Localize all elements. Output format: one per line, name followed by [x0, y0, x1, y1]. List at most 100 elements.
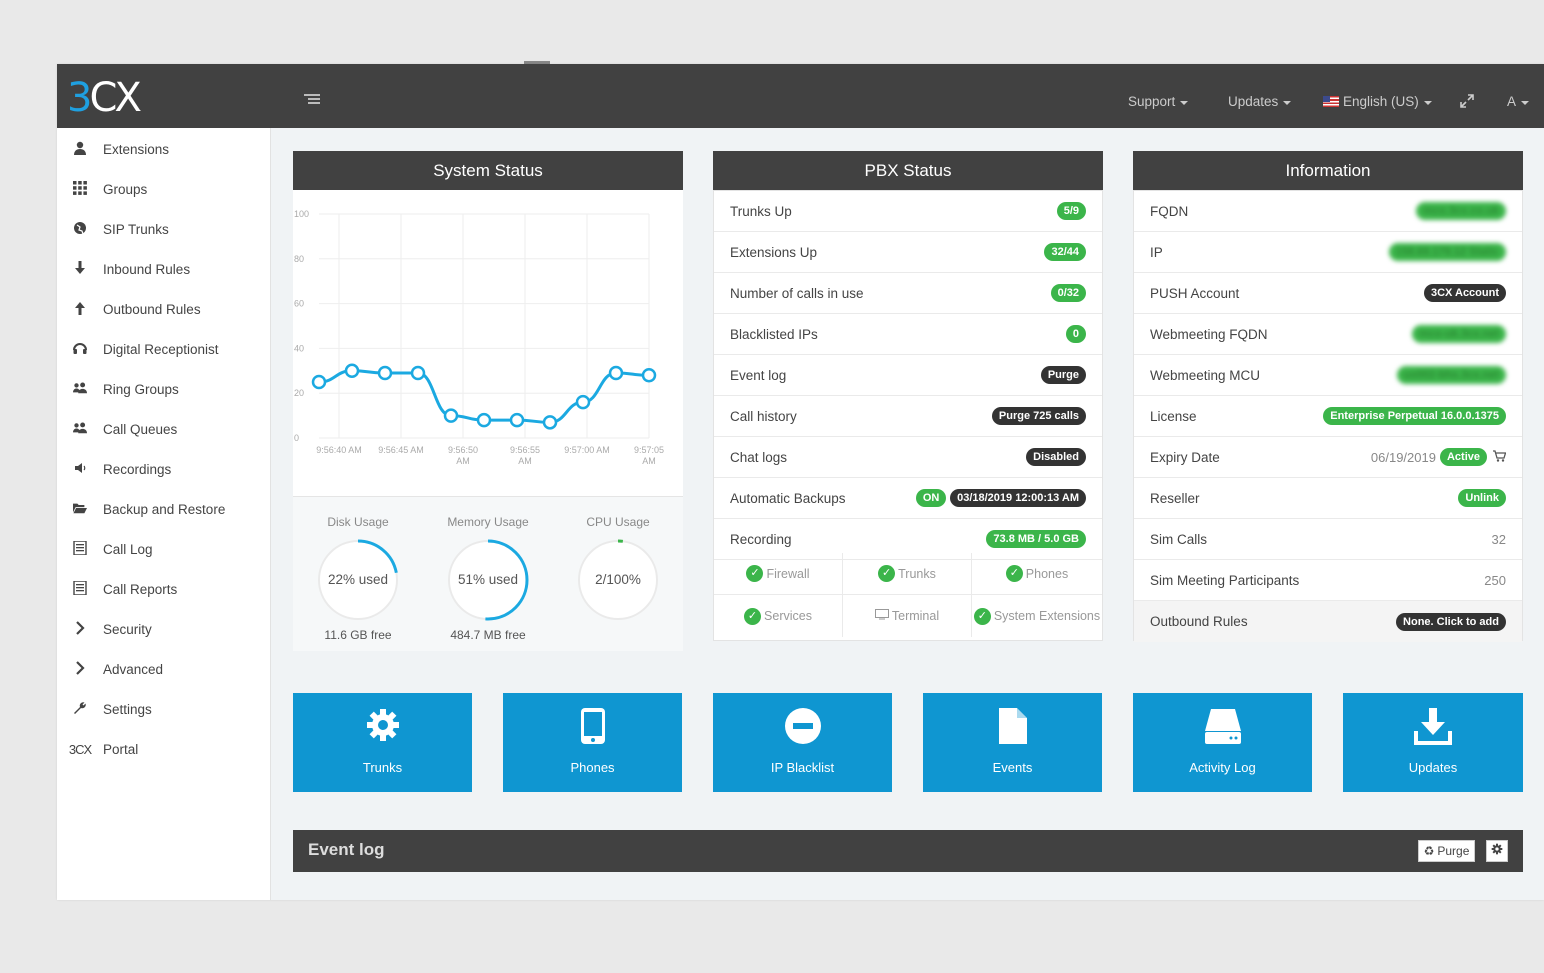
sidebar-item-label: SIP Trunks [103, 221, 169, 237]
tile-label: Phones [570, 760, 615, 775]
row-label: Call history [730, 408, 797, 424]
app-window: 3CX. Support Updates English (US) A Exte… [57, 64, 1544, 900]
license-badge[interactable]: Enterprise Perpetual 16.0.0.1375 [1323, 407, 1506, 425]
pbx-row-chat-logs: Chat logs Disabled [714, 437, 1102, 478]
row-label: Automatic Backups [730, 490, 846, 506]
tile-label: Activity Log [1189, 760, 1256, 775]
sidebar-item-security[interactable]: Security [57, 609, 271, 649]
line-chart: 0 20 40 60 80 100 9:56:40 AM 9:56:45 AM 9:56:50 A… [294, 209, 664, 466]
sidebar-item-call-reports[interactable]: Call Reports [57, 569, 271, 609]
data-point [311, 374, 327, 390]
push-account-badge[interactable]: 3CX Account [1423, 284, 1506, 302]
sidebar-item-settings[interactable]: Settings [57, 689, 271, 729]
service-label: Phones [1025, 566, 1069, 581]
purge-button[interactable]: ♻ Purge [1418, 840, 1475, 862]
row-label: Extensions Up [730, 244, 818, 260]
trunks-up-badge[interactable]: 5/9 [1056, 202, 1086, 220]
service-label: Firewall [766, 566, 810, 581]
settings-button[interactable] [1486, 840, 1508, 862]
recording-size-badge[interactable]: 73.8 MB / 5.0 GB [986, 530, 1086, 548]
sidebar-item-extensions[interactable]: Extensions [57, 129, 271, 169]
user-menu[interactable]: A [1507, 94, 1530, 109]
sidebar-item-ring-groups[interactable]: Ring Groups [57, 369, 271, 409]
sidebar-item-portal[interactable]: 3CX Portal [57, 729, 271, 769]
language-menu[interactable]: English (US) [1323, 94, 1432, 109]
x-tick-label: 9:56:55 AM [510, 445, 540, 466]
last-backup-badge[interactable]: 03/18/2019 12:00:13 AM [950, 489, 1086, 507]
service-terminal[interactable]: Terminal [843, 595, 972, 637]
updates-menu[interactable]: Updates [1228, 94, 1292, 109]
tile-updates[interactable]: Updates [1343, 693, 1523, 792]
pbx-status-panel: Trunks Up 5/9 Extensions Up 32/44 Number… [713, 190, 1103, 641]
sidebar-item-call-queues[interactable]: Call Queues [57, 409, 271, 449]
chevron-down-icon [1521, 100, 1530, 105]
y-tick-label: 20 [294, 388, 304, 398]
service-status-grid: ✓ Firewall ✓ Trunks ✓ Phones ✓ Services Term… [714, 553, 1102, 637]
pbx-row-call-history: Call history Purge 725 calls [714, 396, 1102, 437]
data-point [410, 365, 426, 381]
backups-on-badge[interactable]: ON [915, 489, 947, 507]
speaker-icon [57, 461, 103, 478]
cart-icon[interactable] [1493, 449, 1507, 465]
panel-title: System Status [433, 161, 543, 180]
sidebar-item-outbound-rules[interactable]: Outbound Rules [57, 289, 271, 329]
pbx-row-automatic-backups: Automatic Backups ON 03/18/2019 12:00:13… [714, 478, 1102, 519]
sidebar-item-label: Portal [103, 741, 139, 757]
chevron-right-icon [57, 660, 103, 678]
tile-ip-blacklist[interactable]: IP Blacklist [713, 693, 892, 792]
info-row-webmeeting-mcu: Webmeeting MCU us002-bhs.3cx.net [1134, 355, 1522, 396]
sidebar-item-advanced[interactable]: Advanced [57, 649, 271, 689]
service-firewall[interactable]: ✓ Firewall [714, 553, 843, 595]
sidebar-item-call-log[interactable]: Call Log [57, 529, 271, 569]
sidebar-item-groups[interactable]: Groups [57, 169, 271, 209]
extensions-up-badge[interactable]: 32/44 [1044, 243, 1086, 261]
blacklisted-ips-badge[interactable]: 0 [1065, 325, 1086, 343]
data-point [641, 368, 657, 383]
active-badge[interactable]: Active [1439, 448, 1487, 466]
row-label: Blacklisted IPs [730, 326, 818, 342]
unlink-button[interactable]: Unlink [1458, 489, 1506, 507]
chat-logs-badge[interactable]: Disabled [1026, 448, 1086, 466]
arrow-down-icon [57, 260, 103, 278]
list-icon [57, 539, 103, 558]
purge-event-log-button[interactable]: Purge [1040, 366, 1086, 384]
row-label: Outbound Rules [1150, 614, 1248, 629]
service-phones[interactable]: ✓ Phones [972, 553, 1102, 595]
service-system-extensions[interactable]: ✓ System Extensions [972, 595, 1102, 637]
sidebar-item-inbound-rules[interactable]: Inbound Rules [57, 249, 271, 289]
row-label: Sim Calls [1150, 531, 1208, 547]
row-label: License [1150, 408, 1197, 424]
sidebar-item-digital-receptionist[interactable]: Digital Receptionist [57, 329, 271, 369]
tile-label: Trunks [362, 760, 403, 775]
disk-usage-gauge: 22% used [316, 538, 400, 622]
sidebar-item-recordings[interactable]: Recordings [57, 449, 271, 489]
information-header: Information [1133, 151, 1523, 191]
calls-in-use-badge[interactable]: 0/32 [1050, 284, 1086, 302]
service-trunks[interactable]: ✓ Trunks [843, 553, 972, 595]
information-panel: FQDN mco.3cx.co.uk IP 158.69.179.12 Stat… [1133, 190, 1523, 642]
sidebar-item-backup-and-restore[interactable]: Backup and Restore [57, 489, 271, 529]
tile-events[interactable]: Events [923, 693, 1102, 792]
fullscreen-icon[interactable] [1460, 94, 1474, 112]
y-tick-label: 80 [294, 254, 304, 264]
tile-label: Updates [1408, 760, 1458, 775]
sidebar-item-sip-trunks[interactable]: SIP Trunks [57, 209, 271, 249]
document-icon [923, 707, 1102, 747]
list-icon [57, 579, 103, 598]
support-menu[interactable]: Support [1128, 94, 1189, 109]
user-label: A [1507, 94, 1517, 109]
recycle-icon: ♻ [1423, 844, 1435, 858]
add-outbound-rule-button[interactable]: None. Click to add [1396, 612, 1506, 631]
tile-trunks[interactable]: Trunks [293, 693, 472, 792]
y-tick-label: 100 [294, 209, 309, 219]
menu-toggle-icon[interactable] [304, 94, 320, 106]
tile-activity-log[interactable]: Activity Log [1133, 693, 1312, 792]
tile-phones[interactable]: Phones [503, 693, 682, 792]
service-services[interactable]: ✓ Services [714, 595, 843, 637]
purge-calls-button[interactable]: Purge 725 calls [991, 407, 1086, 425]
sidebar-item-label: Inbound Rules [103, 261, 191, 277]
check-icon: ✓ [746, 565, 764, 582]
3cx-logo[interactable]: 3CX. [67, 78, 167, 118]
row-label: Webmeeting FQDN [1150, 326, 1268, 342]
row-label: Expiry Date [1150, 449, 1220, 465]
